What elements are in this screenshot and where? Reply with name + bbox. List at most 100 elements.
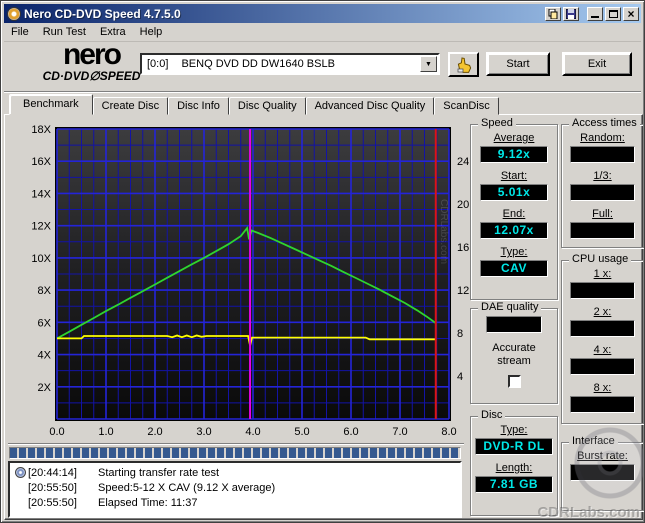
field-label: Type: bbox=[500, 246, 528, 258]
y-left-tick: 18X bbox=[31, 124, 51, 136]
lcd-value bbox=[570, 146, 635, 163]
progress-bar bbox=[9, 447, 461, 459]
field-label: Length: bbox=[495, 462, 533, 474]
app-window: Nero CD-DVD Speed 4.7.5.0 × File Run Test… bbox=[0, 0, 645, 523]
y-left-tick: 16X bbox=[31, 156, 51, 168]
hand-pointer-icon bbox=[457, 56, 471, 73]
log-entry: [20:44:14] Starting transfer rate test bbox=[12, 465, 460, 480]
field-label: 8 x: bbox=[593, 382, 612, 394]
chevron-down-icon[interactable]: ▼ bbox=[420, 56, 437, 72]
minimize-button[interactable] bbox=[587, 6, 603, 21]
close-button[interactable]: × bbox=[623, 6, 639, 21]
field-label: Average bbox=[493, 132, 535, 144]
accurate-stream-checkbox[interactable] bbox=[507, 375, 521, 388]
lcd-value: 7.81 GB bbox=[475, 476, 553, 493]
x-tick: 4.0 bbox=[245, 426, 260, 438]
speed-panel-title: Speed bbox=[478, 117, 516, 129]
log-message: Starting transfer rate test bbox=[98, 466, 220, 479]
cpu-usage-panel: CPU usage 1 x: 2 x: 4 x: 8 x: bbox=[561, 253, 644, 424]
x-tick: 0.0 bbox=[49, 426, 64, 438]
interface-panel: Interface Burst rate: bbox=[561, 435, 644, 511]
tab-create-disc[interactable]: Create Disc bbox=[92, 97, 169, 115]
field-label: 2 x: bbox=[593, 306, 612, 318]
lcd-value bbox=[570, 464, 635, 481]
copy-icon[interactable] bbox=[545, 6, 561, 21]
field-label: End: bbox=[502, 208, 526, 220]
tabstrip: Benchmark Create Disc Disc Info Disc Qualit… bbox=[9, 94, 499, 115]
field-label: Start: bbox=[500, 170, 528, 182]
y-right-tick: 20 bbox=[457, 199, 469, 211]
lcd-value bbox=[570, 282, 635, 299]
x-tick: 8.0 bbox=[441, 426, 456, 438]
tab-disc-info[interactable]: Disc Info bbox=[168, 97, 229, 115]
maximize-button[interactable] bbox=[605, 6, 621, 21]
x-tick: 7.0 bbox=[392, 426, 407, 438]
field-label: Random: bbox=[580, 132, 625, 144]
field-label: Full: bbox=[592, 208, 613, 220]
save-icon[interactable] bbox=[563, 6, 579, 21]
field-label: 1/3: bbox=[593, 170, 612, 182]
lcd-value bbox=[570, 396, 635, 413]
drive-id: [0:0] bbox=[147, 58, 169, 70]
menu-item-file[interactable]: File bbox=[4, 24, 36, 40]
lcd-value: DVD-R DL bbox=[475, 438, 553, 455]
logo-line1: nero bbox=[62, 38, 122, 71]
drive-select[interactable]: [0:0] BENQ DVD DD DW1640 BSLB ▼ bbox=[140, 53, 440, 75]
x-tick: 3.0 bbox=[196, 426, 211, 438]
log-timestamp: [20:44:14] bbox=[28, 466, 77, 479]
tab-advanced-disc-quality[interactable]: Advanced Disc Quality bbox=[305, 97, 435, 115]
y-left-tick: 8X bbox=[38, 285, 52, 297]
benchmark-page: CDRLabs.com 2X 4X 6X 8X 10X 12X 14X 16X 18X 4 8 12 16… bbox=[4, 114, 644, 521]
app-icon bbox=[7, 6, 21, 21]
lcd-value: 12.07x bbox=[479, 222, 549, 239]
disc-panel-title: Disc bbox=[478, 409, 506, 421]
lcd-value bbox=[570, 320, 635, 337]
benchmark-chart: CDRLabs.com 2X 4X 6X 8X 10X 12X 14X 16X 18X 4 8 12 16… bbox=[10, 119, 472, 443]
lcd-value bbox=[570, 184, 635, 201]
toolbar-divider bbox=[4, 91, 641, 93]
x-tick: 5.0 bbox=[294, 426, 309, 438]
field-label: Type: bbox=[500, 424, 528, 436]
log-entry: [20:55:50] Elapsed Time: 11:37 bbox=[12, 495, 460, 510]
select-speed-button[interactable] bbox=[448, 52, 479, 77]
drive-name: BENQ DVD DD DW1640 BSLB bbox=[181, 58, 335, 70]
y-left-tick: 2X bbox=[38, 382, 52, 394]
toolbar: nero CD·DVD∅SPEED [0:0] BENQ DVD DD DW16… bbox=[4, 38, 641, 91]
field-label: 4 x: bbox=[593, 344, 612, 356]
chart-watermark: CDRLabs.com bbox=[438, 199, 449, 264]
access-times-panel: Access times Random: 1/3: Full: bbox=[561, 117, 644, 248]
lcd-value bbox=[570, 222, 635, 239]
tab-benchmark[interactable]: Benchmark bbox=[9, 94, 93, 115]
disc-icon bbox=[14, 467, 26, 478]
interface-title: Interface bbox=[569, 435, 618, 447]
y-right-tick: 24 bbox=[457, 156, 469, 168]
exit-button[interactable]: Exit bbox=[562, 52, 632, 76]
x-tick: 2.0 bbox=[147, 426, 162, 438]
log-timestamp: [20:55:50] bbox=[28, 481, 77, 494]
accurate-stream-label: Accurate stream bbox=[492, 342, 536, 367]
lcd-value: 5.01x bbox=[479, 184, 549, 201]
tab-scandisc[interactable]: ScanDisc bbox=[434, 97, 499, 115]
dae-panel-title: DAE quality bbox=[478, 301, 542, 313]
y-left-tick: 14X bbox=[31, 188, 51, 200]
y-right-tick: 16 bbox=[457, 242, 469, 254]
watermark-text: CDRLabs.com bbox=[537, 504, 640, 521]
x-tick: 6.0 bbox=[343, 426, 358, 438]
speed-panel: Speed Average 9.12x Start: 5.01x End: 12.07x T… bbox=[470, 117, 558, 300]
field-label: Burst rate: bbox=[577, 450, 628, 462]
x-tick: 1.0 bbox=[98, 426, 113, 438]
dae-quality-panel: DAE quality Accurate stream bbox=[470, 301, 558, 404]
tab-disc-quality[interactable]: Disc Quality bbox=[228, 97, 306, 115]
lcd-value: 9.12x bbox=[479, 146, 549, 163]
window-title: Nero CD-DVD Speed 4.7.5.0 bbox=[24, 6, 181, 21]
y-left-tick: 4X bbox=[38, 350, 52, 362]
titlebar: Nero CD-DVD Speed 4.7.5.0 × bbox=[4, 4, 641, 23]
y-right-tick: 12 bbox=[457, 285, 469, 297]
cpu-usage-title: CPU usage bbox=[569, 253, 632, 265]
menu-item-help[interactable]: Help bbox=[133, 24, 170, 40]
logo-line2: CD·DVD∅SPEED bbox=[42, 69, 141, 83]
start-button[interactable]: Start bbox=[486, 52, 550, 76]
lcd-value: CAV bbox=[479, 260, 549, 277]
field-label: 1 x: bbox=[593, 268, 612, 280]
lcd-value bbox=[570, 358, 635, 375]
